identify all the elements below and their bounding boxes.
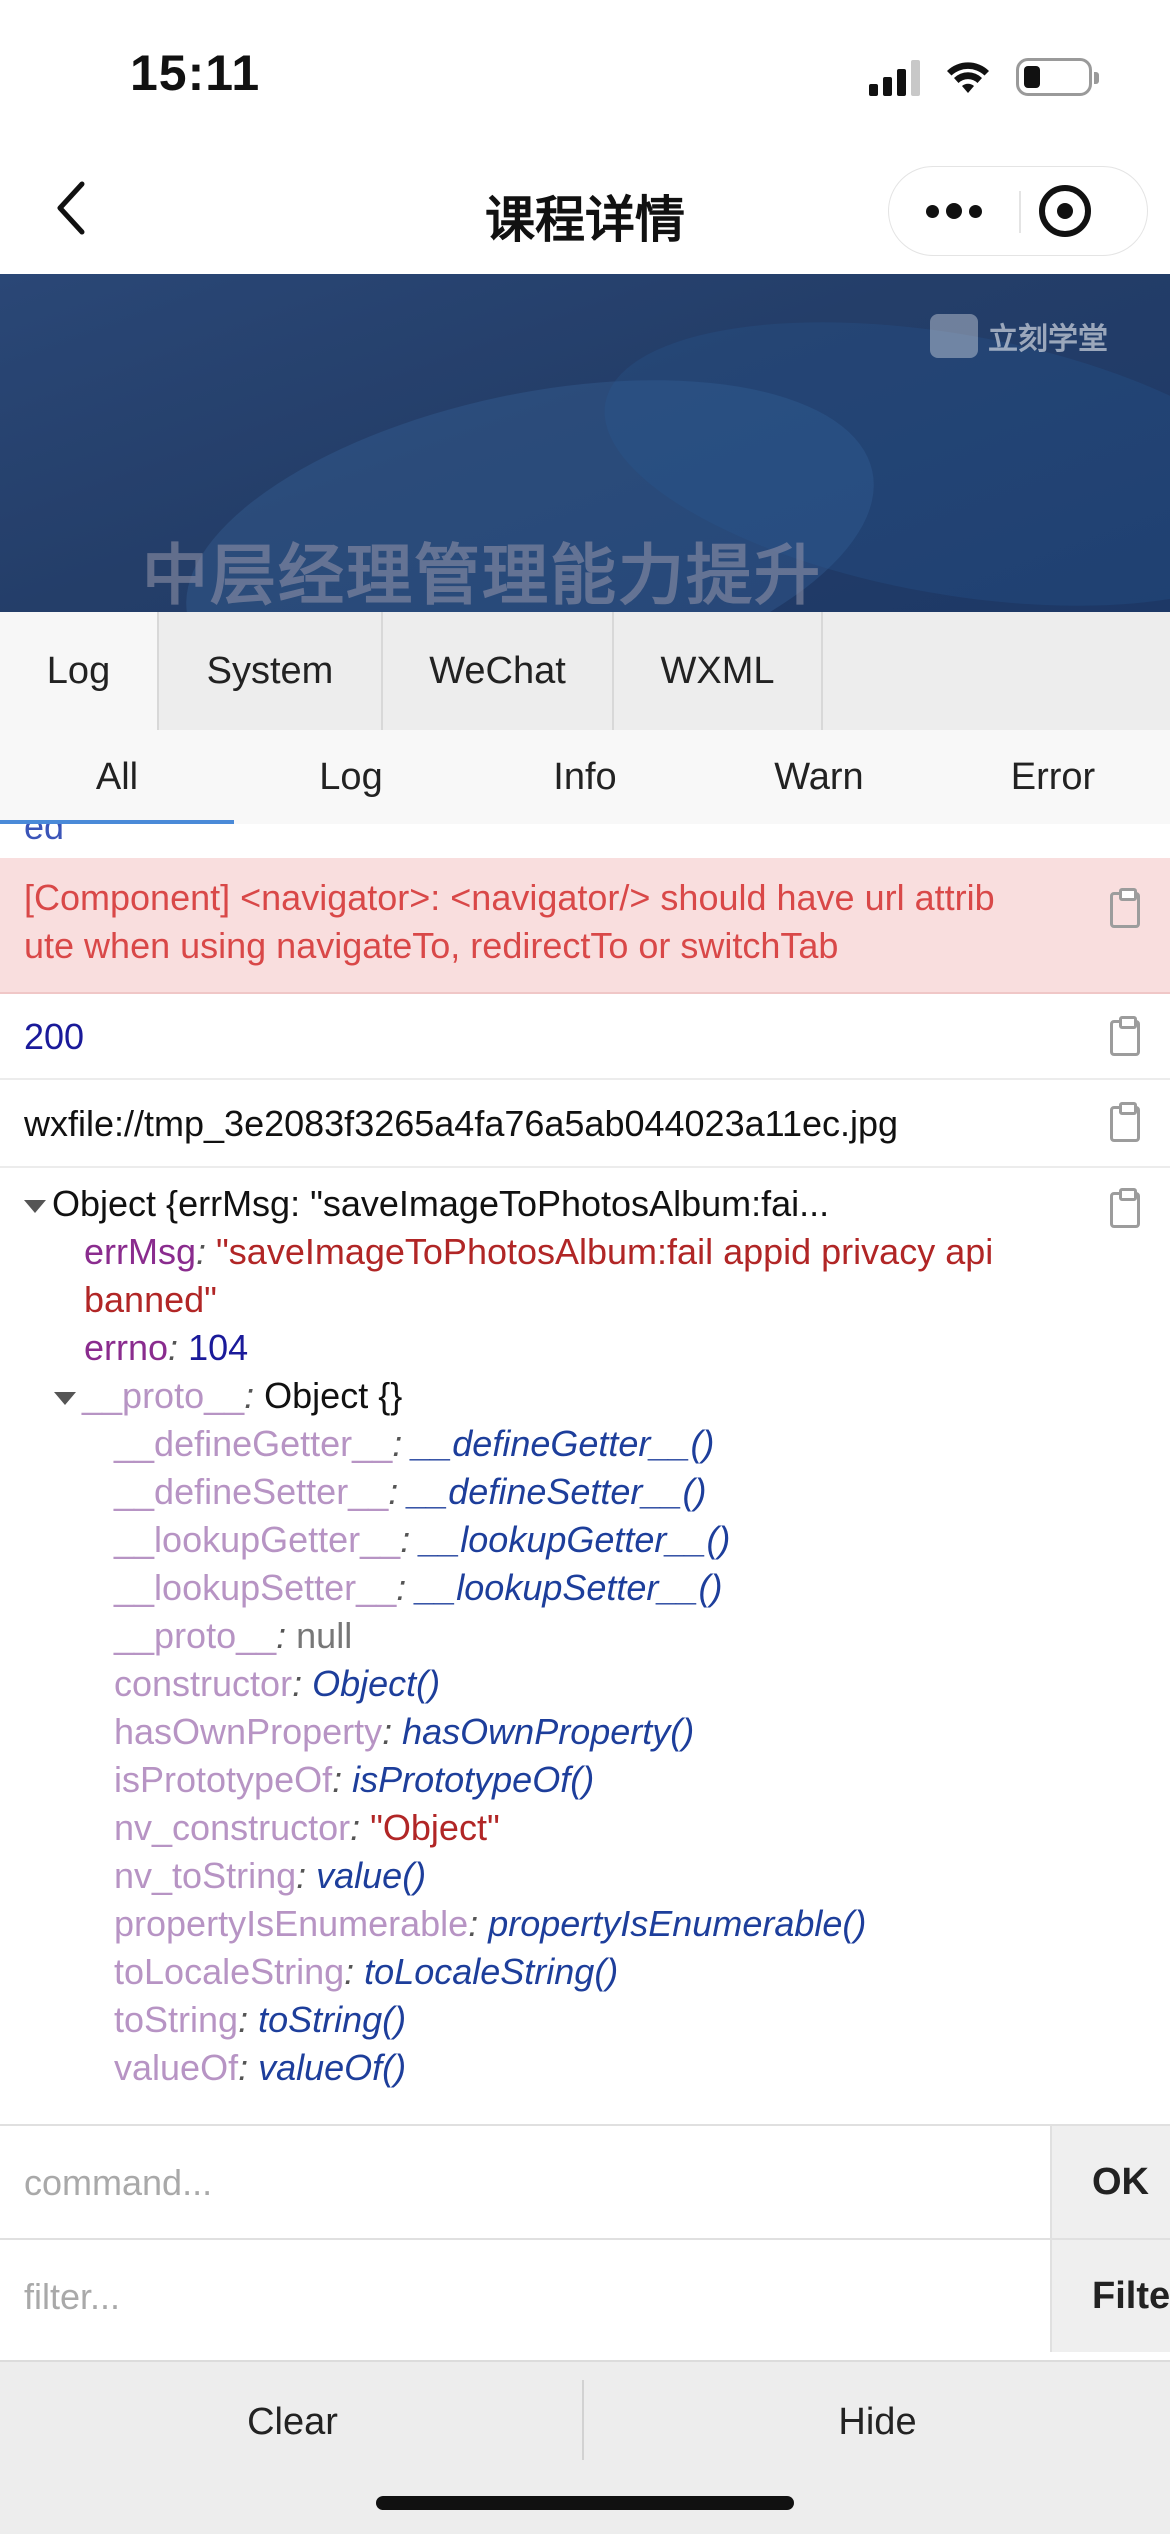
status-bar: 15:11 [0,0,1170,150]
copy-icon[interactable] [1110,888,1140,928]
member-value: __lookupSetter__() [416,1567,723,1608]
ok-button[interactable]: OK [1050,2126,1170,2238]
clear-button[interactable]: Clear [0,2362,585,2482]
log-file-path: wxfile://tmp_3e2083f3265a4fa76a5ab044023… [24,1103,899,1144]
expand-triangle-icon[interactable] [54,1391,76,1405]
log-list[interactable]: ed [Component] <navigator>: <navigator/>… [0,824,1170,2118]
home-indicator [376,2496,794,2510]
subtab-log[interactable]: Log [234,730,468,824]
command-input[interactable]: command... [24,2162,212,2204]
member-value: valueOf() [258,2047,407,2088]
member-key: constructor [114,1663,293,1704]
proto-member: propertyIsEnumerable: propertyIsEnumerab… [114,1903,867,1944]
member-key: __lookupGetter__ [114,1519,401,1560]
log-row-error: [Component] <navigator>: <navigator/> sh… [0,858,1170,994]
member-key: nv_toString [114,1855,297,1896]
member-key: toLocaleString [114,1951,345,1992]
console-bottom-bar: Clear Hide [0,2360,1170,2534]
tab-system[interactable]: System [159,612,383,730]
log-row: wxfile://tmp_3e2083f3265a4fa76a5ab044023… [0,1080,1170,1168]
more-button[interactable] [889,167,1019,255]
filter-button[interactable]: Filter [1050,2240,1170,2352]
nav-bar: 课程详情 [0,150,1170,274]
proto-member: __lookupSetter__: __lookupSetter__() [114,1567,723,1608]
subtab-warn[interactable]: Warn [702,730,936,824]
member-value: __lookupGetter__() [420,1519,731,1560]
proto-member: toLocaleString: toLocaleString() [114,1951,619,1992]
proto-member: hasOwnProperty: hasOwnProperty() [114,1711,695,1752]
log-row-object: Object {errMsg: "saveImageToPhotosAlbum:… [0,1168,1170,2118]
proto-member: nv_constructor: "Object" [114,1807,500,1848]
tab-wechat[interactable]: WeChat [383,612,614,730]
wifi-icon [947,62,989,93]
proto-node[interactable]: __proto__: Object {} [54,1372,402,1420]
object-prop-continued: banned" [84,1279,217,1320]
truncated-log-text: ed [24,824,65,847]
member-value: value() [316,1855,427,1896]
member-key: hasOwnProperty [114,1711,383,1752]
member-key: __lookupSetter__ [114,1567,397,1608]
proto-member: toString: toString() [114,1999,407,2040]
proto-member: __lookupGetter__: __lookupGetter__() [114,1519,731,1560]
banner-logo: 立刻学堂 [930,314,1108,358]
mini-program-capsule [888,166,1148,256]
log-row: 200 [0,994,1170,1080]
member-value: toString() [258,1999,407,2040]
member-value: toLocaleString() [364,1951,619,1992]
course-banner: 立刻学堂 中层经理管理能力提升 [0,274,1170,612]
proto-member: constructor: Object() [114,1663,441,1704]
member-value: Object() [312,1663,441,1704]
hide-button[interactable]: Hide [585,2362,1170,2482]
console-subtabs: All Log Info Warn Error [0,730,1170,826]
object-summary[interactable]: Object {errMsg: "saveImageToPhotosAlbum:… [24,1180,829,1228]
object-prop: errno: 104 [84,1327,249,1368]
proto-member: isPrototypeOf: isPrototypeOf() [114,1759,595,1800]
status-icons [869,52,1099,102]
member-key: __proto__ [114,1615,277,1656]
member-key: propertyIsEnumerable [114,1903,469,1944]
member-key: valueOf [114,2047,239,2088]
member-value: isPrototypeOf() [352,1759,595,1800]
copy-icon[interactable] [1110,1188,1140,1228]
proto-member: __defineSetter__: __defineSetter__() [114,1471,707,1512]
filter-bar: filter... Filter [0,2238,1170,2352]
command-bar: command... OK [0,2124,1170,2238]
member-value: propertyIsEnumerable() [488,1903,867,1944]
member-key: toString [114,1999,239,2040]
brand-logo-icon [930,314,978,358]
close-target-icon[interactable] [1039,185,1091,237]
battery-icon [1016,58,1099,96]
proto-member: __defineGetter__: __defineGetter__() [114,1423,715,1464]
subtab-info[interactable]: Info [468,730,702,824]
cellular-signal-icon [869,58,920,96]
console-tabs: Log System WeChat WXML [0,612,1170,731]
member-value: hasOwnProperty() [402,1711,695,1752]
expand-triangle-icon[interactable] [24,1199,46,1213]
proto-member: valueOf: valueOf() [114,2047,407,2088]
tab-log[interactable]: Log [0,612,159,730]
error-message: [Component] <navigator>: <navigator/> sh… [24,877,995,966]
member-key: isPrototypeOf [114,1759,333,1800]
member-value: __defineSetter__() [408,1471,707,1512]
object-prop: errMsg: "saveImageToPhotosAlbum:fail app… [84,1231,994,1272]
tab-wxml[interactable]: WXML [614,612,823,730]
member-key: __defineSetter__ [114,1471,389,1512]
banner-title: 中层经理管理能力提升 [142,538,822,612]
filter-input[interactable]: filter... [24,2276,120,2318]
member-key: __defineGetter__ [114,1423,393,1464]
proto-member: __proto__: null [114,1615,353,1656]
log-value: 200 [24,1016,85,1057]
member-value: null [296,1615,353,1656]
subtab-error[interactable]: Error [936,730,1170,824]
member-value: "Object" [370,1807,500,1848]
copy-icon[interactable] [1110,1016,1140,1056]
subtab-all[interactable]: All [0,730,234,824]
banner-logo-text: 立刻学堂 [988,323,1108,356]
member-key: nv_constructor [114,1807,351,1848]
member-value: __defineGetter__() [412,1423,715,1464]
proto-member: nv_toString: value() [114,1855,427,1896]
status-time: 15:11 [130,45,261,101]
copy-icon[interactable] [1110,1102,1140,1142]
